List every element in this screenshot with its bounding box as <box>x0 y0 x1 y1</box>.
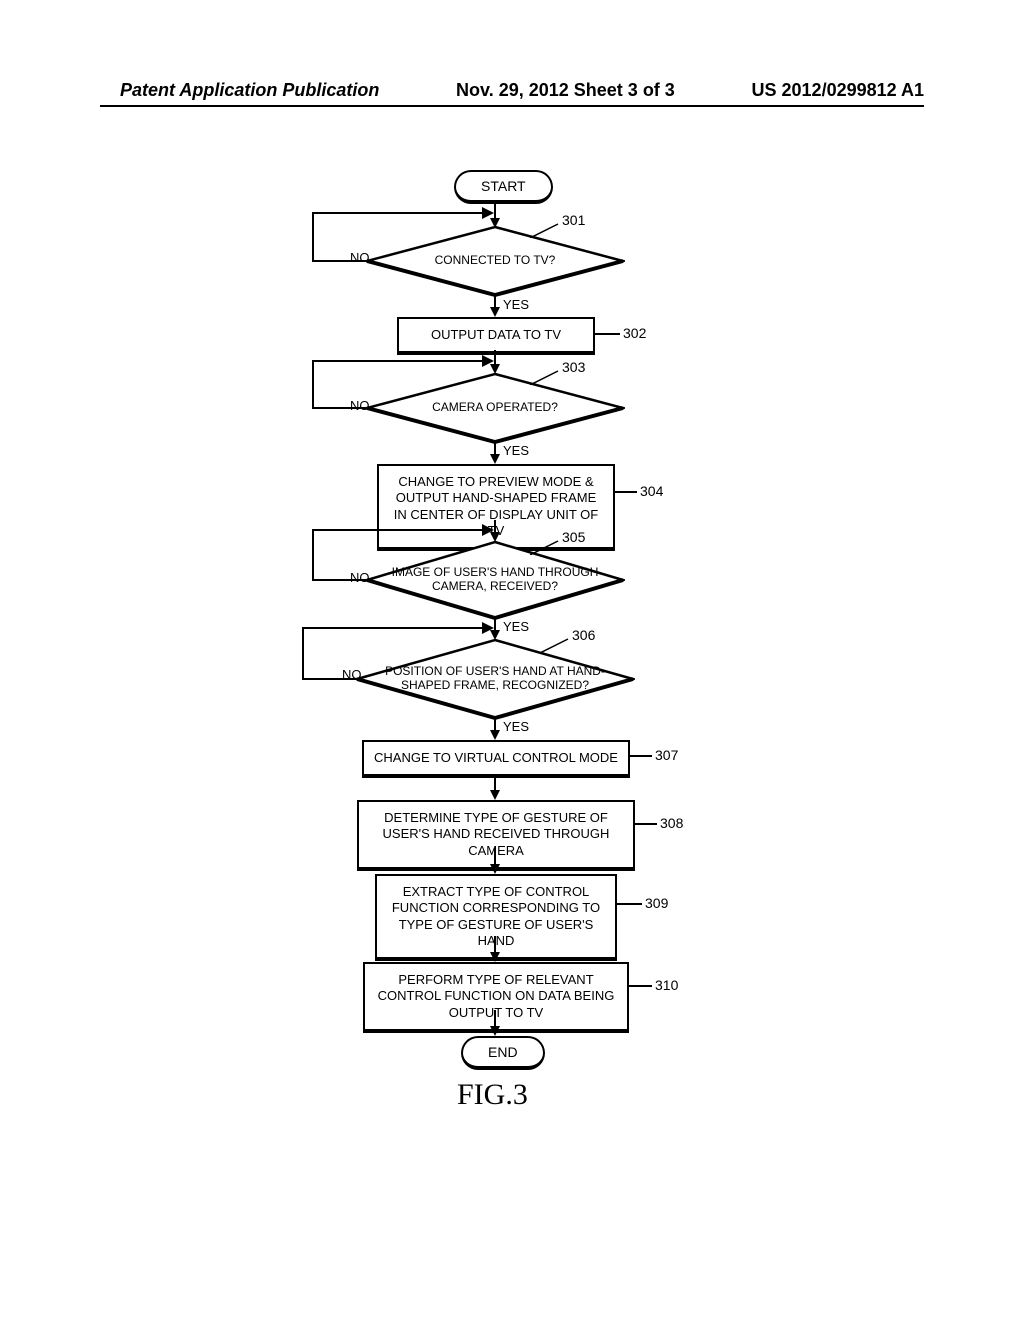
ref-303: 303 <box>562 359 585 375</box>
arrow <box>485 718 505 740</box>
label-yes: YES <box>503 619 529 634</box>
node-d303: CAMERA OPERATED? <box>365 372 625 444</box>
header-left: Patent Application Publication <box>120 80 379 101</box>
ref-308: 308 <box>660 815 683 831</box>
ref-304: 304 <box>640 483 663 499</box>
ref-302: 302 <box>623 325 646 341</box>
arrow <box>485 295 505 317</box>
node-d301: CONNECTED TO TV? <box>365 225 625 297</box>
node-d305: IMAGE OF USER'S HAND THROUGH CAMERA, REC… <box>365 540 625 620</box>
page-header: Patent Application Publication Nov. 29, … <box>0 80 1024 101</box>
node-end: END <box>461 1036 545 1070</box>
connector <box>595 333 620 335</box>
connector <box>615 491 637 493</box>
ref-307: 307 <box>655 747 678 763</box>
header-rule <box>100 105 924 107</box>
node-d306: POSITION OF USER'S HAND AT HAND-SHAPED F… <box>355 638 635 720</box>
label-no: NO <box>350 250 370 265</box>
arrow <box>485 774 505 800</box>
label-yes: YES <box>503 443 529 458</box>
label-no: NO <box>350 398 370 413</box>
connector <box>629 985 652 987</box>
node-p302-text: OUTPUT DATA TO TV <box>431 327 561 342</box>
node-start-text: START <box>481 178 526 194</box>
ref-309: 309 <box>645 895 668 911</box>
arrow <box>485 1010 505 1036</box>
node-end-text: END <box>488 1044 518 1060</box>
connector <box>312 260 367 262</box>
connector <box>617 903 642 905</box>
header-right: US 2012/0299812 A1 <box>752 80 924 101</box>
connector <box>302 627 304 680</box>
arrow <box>485 442 505 464</box>
figure-label: FIG.3 <box>457 1078 528 1112</box>
connector <box>312 212 314 262</box>
node-d306-text: POSITION OF USER'S HAND AT HAND-SHAPED F… <box>376 665 614 693</box>
connector <box>635 823 657 825</box>
header-center: Nov. 29, 2012 Sheet 3 of 3 <box>456 80 675 101</box>
arrow <box>485 936 505 962</box>
node-d303-text: CAMERA OPERATED? <box>385 401 606 415</box>
arrowhead <box>482 206 496 220</box>
connector <box>312 360 487 362</box>
node-p307: CHANGE TO VIRTUAL CONTROL MODE <box>362 740 630 778</box>
node-d301-text: CONNECTED TO TV? <box>385 254 606 268</box>
connector <box>630 755 652 757</box>
arrow <box>485 848 505 874</box>
connector <box>312 212 487 214</box>
arrowhead <box>482 354 496 368</box>
connector <box>312 579 367 581</box>
ref-301: 301 <box>562 212 585 228</box>
connector <box>302 627 487 629</box>
connector <box>312 529 314 581</box>
ref-305: 305 <box>562 529 585 545</box>
connector <box>312 529 487 531</box>
node-d305-text: IMAGE OF USER'S HAND THROUGH CAMERA, REC… <box>385 566 606 594</box>
ref-306: 306 <box>572 627 595 643</box>
connector <box>312 407 367 409</box>
node-p307-text: CHANGE TO VIRTUAL CONTROL MODE <box>374 750 618 765</box>
node-start: START <box>454 170 553 204</box>
label-no: NO <box>350 570 370 585</box>
connector <box>312 360 314 409</box>
connector <box>302 678 357 680</box>
label-yes: YES <box>503 719 529 734</box>
arrowhead <box>482 621 496 635</box>
ref-310: 310 <box>655 977 678 993</box>
label-yes: YES <box>503 297 529 312</box>
arrowhead <box>482 523 496 537</box>
